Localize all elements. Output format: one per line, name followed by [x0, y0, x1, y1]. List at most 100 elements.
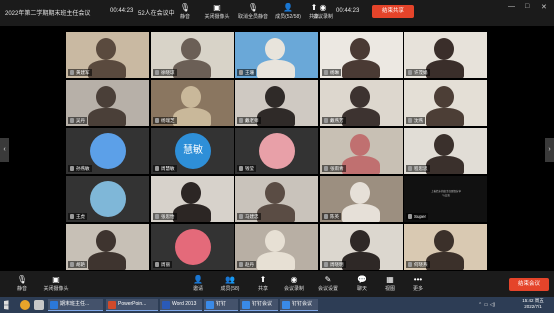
- app-icon: [162, 301, 170, 309]
- participant-name: 程思思: [406, 165, 430, 172]
- bottom-mic-button[interactable]: 🎙 静音: [4, 274, 40, 296]
- bottom-invite-button[interactable]: 👤 邀请: [180, 274, 216, 296]
- participant-name: 何晓燕: [406, 261, 430, 268]
- top-button-label: 静音: [179, 14, 190, 20]
- participant-tile[interactable]: 戴老师: [235, 80, 318, 126]
- participant-video-body: [173, 204, 211, 222]
- top-button-label: 取消全员静音: [237, 14, 268, 20]
- app-icon: [242, 301, 250, 309]
- taskbar-task-label: 钉钉会议: [252, 301, 273, 307]
- participant-tile[interactable]: 杨瑞芝: [151, 80, 234, 126]
- participant-tile[interactable]: 上善若水的班主任感悟分享与交流 Super: [404, 176, 487, 222]
- taskbar-task[interactable]: PowerPoin...: [106, 299, 158, 311]
- participant-tile[interactable]: 周晓明: [320, 224, 403, 270]
- file-explorer-icon[interactable]: [34, 300, 44, 310]
- bottom-button-label: 关闭摄像头: [43, 286, 69, 292]
- participant-name: 周丽: [153, 261, 172, 268]
- bottom-members-button[interactable]: 👥 成员(58): [212, 274, 248, 296]
- browser-icon[interactable]: [20, 300, 30, 310]
- participant-name: Super: [406, 213, 429, 220]
- participant-video-body: [257, 60, 295, 78]
- participant-tile[interactable]: 赵丹: [235, 224, 318, 270]
- participant-tile[interactable]: 徐晓琼: [151, 32, 234, 78]
- participant-name: 杨瑞芝: [153, 117, 177, 124]
- participant-tile[interactable]: 慧敏 周慧敏: [151, 128, 234, 174]
- taskbar-clock[interactable]: 15:42 周五 2022/7/1: [515, 298, 551, 310]
- participant-tile[interactable]: 钱莹: [235, 128, 318, 174]
- participant-video-body: [173, 108, 211, 126]
- participant-tile[interactable]: 胡艳: [66, 224, 149, 270]
- participant-video-body: [342, 252, 380, 270]
- participant-tile[interactable]: 王珊: [235, 32, 318, 78]
- participant-name: 张雨青: [322, 165, 346, 172]
- participant-tile[interactable]: 许茂娟: [404, 32, 487, 78]
- participant-tile[interactable]: 吴丹: [66, 80, 149, 126]
- top-button-label: 关闭摄像头: [204, 14, 230, 20]
- participant-tile[interactable]: 沈燕: [404, 80, 487, 126]
- more-icon: •••: [413, 275, 423, 284]
- participant-name: 马建忠: [237, 213, 261, 220]
- members-icon: 👥: [225, 275, 235, 284]
- minimize-button[interactable]: —: [508, 3, 515, 10]
- taskbar-task[interactable]: 钉钉会议: [240, 299, 278, 311]
- participant-tile[interactable]: 何晓燕: [404, 224, 487, 270]
- app-icon: [206, 301, 214, 309]
- participant-tile[interactable]: 杨琳: [320, 32, 403, 78]
- participant-tile[interactable]: 陈英: [320, 176, 403, 222]
- top-mic-off-button[interactable]: 🎙 静音: [168, 2, 202, 24]
- close-button[interactable]: ✕: [541, 3, 547, 11]
- participant-video-body: [257, 204, 295, 222]
- participant-tile[interactable]: 孙燕敏: [66, 128, 149, 174]
- participant-tile[interactable]: 周丽: [151, 224, 234, 270]
- windows-taskbar: 期末班主任... PowerPoin... Word 2013 钉钉 钉钉会议 钉钉会议 …: [0, 297, 554, 313]
- bottom-record-button[interactable]: ◉ 会议录制: [276, 274, 312, 296]
- end-share-button[interactable]: 结束共享: [372, 5, 414, 18]
- prev-page-arrow[interactable]: ‹: [0, 138, 9, 162]
- avatar-text: 慧敏: [175, 133, 211, 169]
- taskbar-task[interactable]: 钉钉: [204, 299, 238, 311]
- top-unmute-all-button[interactable]: 🎙 取消全员静音: [236, 2, 270, 24]
- participant-video: [434, 86, 454, 108]
- participant-video: [265, 230, 285, 252]
- participant-name: 黄建军: [68, 69, 92, 76]
- participant-tile[interactable]: 马建忠: [235, 176, 318, 222]
- bottom-settings-button[interactable]: ✎ 会议设置: [310, 274, 346, 296]
- participant-name: 周晓明: [322, 261, 346, 268]
- camera-icon: ▣: [213, 3, 221, 12]
- participant-name: 许茂娟: [406, 69, 430, 76]
- participant-video: [350, 86, 370, 108]
- participant-tile[interactable]: 张思怡: [151, 176, 234, 222]
- meeting-clock: 00:44:23: [336, 8, 360, 14]
- record-icon: ◉: [290, 275, 298, 284]
- invite-icon: 👤: [193, 275, 203, 284]
- participant-tile[interactable]: 黄建军: [66, 32, 149, 78]
- top-button-label: 共享: [308, 14, 319, 20]
- participant-video: [181, 38, 201, 60]
- taskbar-task[interactable]: 钉钉会议: [280, 299, 318, 311]
- end-meeting-button[interactable]: 结束会议: [509, 278, 549, 291]
- bottom-more-button[interactable]: ••• 更多: [400, 274, 436, 296]
- maximize-button[interactable]: □: [525, 3, 529, 10]
- bottom-camera-button[interactable]: ▣ 关闭摄像头: [38, 274, 74, 296]
- settings-icon: ✎: [324, 275, 332, 284]
- participant-video: [350, 38, 370, 60]
- participant-tile[interactable]: 张雨青: [320, 128, 403, 174]
- taskbar-task[interactable]: Word 2013: [160, 299, 202, 311]
- participant-name: 杨琳: [322, 69, 341, 76]
- participant-tile[interactable]: 戴燕芳: [320, 80, 403, 126]
- tray-icons[interactable]: ⌃ ▭ ◁): [478, 302, 495, 308]
- top-share-button[interactable]: ⬆ 共享: [297, 2, 331, 24]
- meeting-top-bar: 2022年第二学期期末班主任会议 00:44:23 52人在会议中 🎙 静音 ▣ 关闭…: [0, 0, 554, 26]
- participant-tile[interactable]: 程思思: [404, 128, 487, 174]
- participant-tile[interactable]: 王虎: [66, 176, 149, 222]
- bottom-button-label: 更多: [412, 286, 423, 292]
- participant-name: 钱莹: [237, 165, 256, 172]
- taskbar-task-label: PowerPoin...: [118, 301, 147, 307]
- taskbar-task-label: 钉钉: [216, 301, 227, 307]
- participant-name: 王珊: [237, 69, 256, 76]
- windows-start-icon[interactable]: [4, 300, 9, 310]
- top-camera-button[interactable]: ▣ 关闭摄像头: [200, 2, 234, 24]
- next-page-arrow[interactable]: ›: [545, 138, 554, 162]
- participant-video: [96, 38, 116, 60]
- taskbar-task[interactable]: 期末班主任...: [48, 299, 103, 311]
